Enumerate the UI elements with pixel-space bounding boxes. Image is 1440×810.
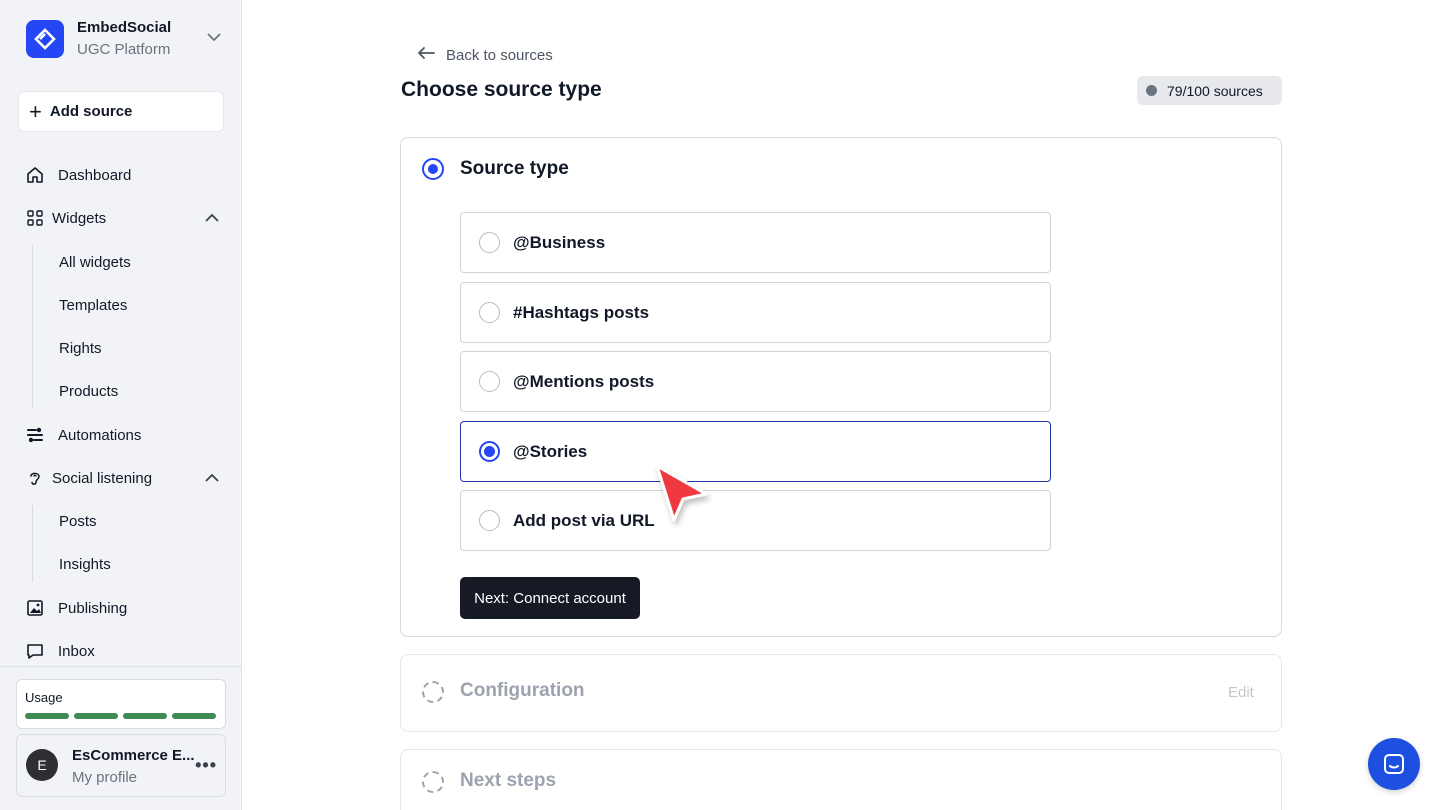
usage-bar bbox=[74, 713, 118, 719]
sources-count: 79/100 sources bbox=[1167, 82, 1263, 99]
option-label: @Mentions posts bbox=[513, 371, 655, 391]
chevron-up-icon[interactable] bbox=[204, 470, 220, 490]
step-title-next-steps: Next steps bbox=[460, 770, 557, 791]
usage-label: Usage bbox=[25, 690, 63, 705]
active-step-icon bbox=[422, 158, 444, 180]
option-label: Add post via URL bbox=[513, 510, 655, 530]
sidebar-item-publishing[interactable]: Publishing bbox=[24, 593, 224, 623]
add-source-label: Add source bbox=[49, 103, 133, 120]
brand-name: EmbedSocial bbox=[77, 19, 172, 36]
brand-switcher[interactable]: EmbedSocial UGC Platform bbox=[26, 19, 226, 59]
radio-button[interactable] bbox=[479, 371, 500, 392]
status-dot bbox=[1146, 85, 1157, 96]
chat-icon bbox=[1384, 754, 1404, 774]
add-source-button[interactable]: + Add source bbox=[18, 91, 224, 132]
option-label: @Business bbox=[513, 232, 606, 252]
usage-bars bbox=[25, 713, 217, 719]
more-options-icon[interactable]: ••• bbox=[195, 755, 217, 776]
image-icon bbox=[24, 597, 46, 619]
pending-step-icon bbox=[422, 681, 444, 703]
ear-icon bbox=[24, 467, 46, 489]
sidebar-item-automations[interactable]: Automations bbox=[24, 420, 224, 450]
submenu-divider bbox=[32, 505, 33, 582]
option-business[interactable]: @Business bbox=[460, 212, 1051, 273]
usage-bar bbox=[172, 713, 216, 719]
page-title: Choose source type bbox=[401, 78, 602, 101]
sidebar-item-label: Automations bbox=[58, 426, 142, 444]
option-mentions[interactable]: @Mentions posts bbox=[460, 351, 1051, 412]
sidebar-item-label: Dashboard bbox=[58, 166, 132, 184]
option-label: #Hashtags posts bbox=[513, 302, 650, 322]
grid-icon bbox=[24, 207, 46, 229]
sidebar-item-label: Publishing bbox=[58, 599, 128, 617]
sidebar-item-social-listening[interactable]: Social listening bbox=[24, 463, 224, 493]
option-hashtags[interactable]: #Hashtags posts bbox=[460, 282, 1051, 343]
sidebar-item-label: Social listening bbox=[52, 469, 153, 487]
usage-bar bbox=[25, 713, 69, 719]
sidebar-item-posts[interactable]: Posts bbox=[59, 506, 97, 536]
sidebar-item-label: Inbox bbox=[58, 642, 95, 660]
option-add-post-via-url[interactable]: Add post via URL bbox=[460, 490, 1051, 551]
back-to-sources-link[interactable]: Back to sources bbox=[416, 44, 553, 66]
chevron-up-icon[interactable] bbox=[204, 210, 220, 230]
home-icon bbox=[24, 164, 46, 186]
profile-card[interactable]: E EsCommerce E... My profile ••• bbox=[16, 734, 226, 797]
sidebar-item-rights[interactable]: Rights bbox=[59, 333, 102, 363]
radio-button[interactable] bbox=[479, 302, 500, 323]
automations-icon bbox=[24, 424, 46, 446]
arrow-left-icon bbox=[416, 45, 436, 65]
sidebar-item-all-widgets[interactable]: All widgets bbox=[59, 247, 131, 277]
sidebar-item-dashboard[interactable]: Dashboard bbox=[24, 160, 224, 190]
sidebar-item-label: Widgets bbox=[52, 209, 107, 227]
avatar: E bbox=[26, 749, 58, 781]
sidebar: EmbedSocial UGC Platform + Add source Da… bbox=[0, 0, 242, 810]
profile-name: EsCommerce E... bbox=[72, 747, 195, 764]
profile-subtitle: My profile bbox=[72, 769, 138, 786]
radio-button[interactable] bbox=[479, 510, 500, 531]
sidebar-item-inbox[interactable]: Inbox bbox=[24, 636, 224, 666]
embedsocial-logo-icon bbox=[26, 20, 64, 58]
next-connect-account-button[interactable]: Next: Connect account bbox=[460, 577, 640, 619]
step-title-source-type: Source type bbox=[460, 158, 569, 179]
pending-step-icon bbox=[422, 771, 444, 793]
chat-support-button[interactable] bbox=[1368, 738, 1420, 790]
usage-card[interactable]: Usage bbox=[16, 679, 226, 729]
plus-icon: + bbox=[29, 98, 42, 124]
step-title-configuration: Configuration bbox=[460, 680, 585, 701]
sidebar-item-templates[interactable]: Templates bbox=[59, 290, 127, 320]
sidebar-item-widgets[interactable]: Widgets bbox=[24, 203, 224, 233]
chevron-down-icon bbox=[206, 29, 222, 50]
option-stories[interactable]: @Stories bbox=[460, 421, 1051, 482]
radio-button[interactable] bbox=[479, 232, 500, 253]
usage-bar bbox=[123, 713, 167, 719]
chat-icon bbox=[24, 640, 46, 662]
sidebar-item-insights[interactable]: Insights bbox=[59, 549, 111, 579]
back-label: Back to sources bbox=[446, 46, 553, 64]
sidebar-item-products[interactable]: Products bbox=[59, 376, 118, 406]
brand-subtitle: UGC Platform bbox=[77, 41, 171, 58]
sources-count-badge: 79/100 sources bbox=[1137, 76, 1282, 105]
option-label: @Stories bbox=[513, 441, 588, 461]
submenu-divider bbox=[32, 245, 33, 408]
edit-link[interactable]: Edit bbox=[1228, 684, 1254, 701]
radio-button-selected[interactable] bbox=[479, 441, 500, 462]
mouse-cursor-icon bbox=[650, 458, 714, 533]
